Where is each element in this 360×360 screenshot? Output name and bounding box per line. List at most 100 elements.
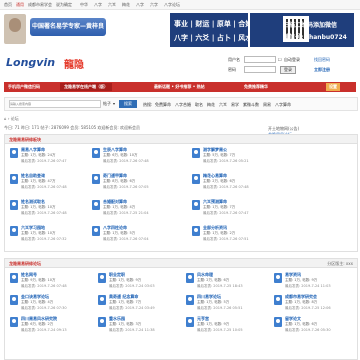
forum-item[interactable]: 姓名自助查询 主题: 1万, 帖数: 47万 最后发表: 2019-7-26 07:… (8, 171, 88, 195)
topbar-link[interactable]: 六爻 (108, 2, 116, 8)
forum-item[interactable]: 四川周易风水研究院 主题: 6万, 帖数: 2万 最后发表: 2019-7-24 0… (8, 314, 88, 338)
search-type-select[interactable]: 帖子 (103, 101, 111, 107)
forum-last-post[interactable]: 最后发表: 2019-7-26 05:30 (285, 328, 331, 333)
forum-last-post[interactable]: 最后发表: 2019-7-24 09:13 (21, 328, 67, 333)
nav-item[interactable]: 手机用户微信扫码 (8, 84, 40, 90)
hot-word[interactable]: 周易 (263, 102, 271, 108)
forum-last-post[interactable]: 最后发表: 2019-7-25 21:04 (103, 211, 149, 216)
forum-last-post[interactable]: 最后发表: 2019-7-26 07:47 (203, 211, 249, 216)
forum-item[interactable]: 全部分析资讯 主题: 1万, 帖数: 2万 最后发表: 2019-7-26 07:5… (190, 223, 270, 247)
forum-icon[interactable] (186, 273, 194, 283)
forum-item[interactable]: 周易八字算命 主题: 1万, 帖数: 24万 最后发表: 2019-7-26 07:… (8, 145, 88, 169)
topbar-link[interactable]: 说为确定 (56, 2, 72, 8)
hot-word[interactable]: 八字合婚 (175, 102, 191, 108)
forum-last-post[interactable]: 最后发表: 2019-7-26 07:51 (203, 237, 249, 242)
hot-word[interactable]: 八字算命 (275, 102, 291, 108)
forum-last-post[interactable]: 最后发表: 2019-7-26 05:51 (197, 306, 243, 311)
topbar-link[interactable]: 成都市易学会 (28, 2, 52, 8)
forum-last-post[interactable]: 最后发表: 2019-7-24 03:49 (109, 306, 155, 311)
forum-icon[interactable] (10, 317, 18, 327)
forum-icon[interactable] (192, 200, 200, 210)
forum-icon[interactable] (192, 148, 200, 158)
forum-icon[interactable] (192, 174, 200, 184)
breadcrumb-item[interactable]: 论坛 (11, 116, 19, 121)
forum-icon[interactable] (186, 317, 194, 327)
forum-last-post[interactable]: 最后发表: 2019-7-26 07:04 (103, 237, 149, 242)
forum-icon[interactable] (274, 317, 282, 327)
forum-icon[interactable] (10, 148, 18, 158)
forum-icon[interactable] (10, 174, 18, 184)
topbar-link[interactable]: 八字论坛 (164, 2, 180, 8)
forum-last-post[interactable]: 最后发表: 2019-7-24 11:38 (109, 328, 155, 333)
topbar-link[interactable]: 八字 (94, 2, 102, 8)
nav-item[interactable]: 最新话题 • 好书推荐 • 热帖 (154, 84, 205, 90)
home-icon[interactable]: ⌂ (4, 116, 7, 121)
section-header[interactable]: 龙隐周易研修板块 (5, 135, 357, 144)
forum-icon[interactable] (92, 226, 100, 236)
forum-last-post[interactable]: 最后发表: 2019-7-26 07:30 (21, 306, 67, 311)
ad-wechat[interactable]: 扫描二维码添加微信 微信号: zhanbu0724 (250, 13, 354, 47)
forum-last-post[interactable]: 最后发表: 2019-7-26 07:48 (203, 185, 249, 190)
section-title[interactable]: 龙隐周易研修板块 (9, 137, 41, 143)
nav-item-settings[interactable]: 设置 (326, 83, 340, 91)
password-input[interactable] (244, 66, 276, 73)
nav-item[interactable]: 免费推荐精华 (244, 84, 268, 90)
forum-icon[interactable] (274, 295, 282, 305)
topbar-link[interactable]: 中华 (80, 2, 88, 8)
forum-last-post[interactable]: 最后发表: 2019-7-24 11:03 (285, 284, 331, 289)
forgot-password-link[interactable]: 找回密码 (314, 57, 330, 63)
hot-word[interactable]: 紫微斗数 (243, 102, 259, 108)
ad-expert-title[interactable]: 中国著名易学专家—黄梓良 (30, 18, 106, 36)
forum-icon[interactable] (98, 295, 106, 305)
expert-photo[interactable] (4, 14, 26, 44)
nav-item-active[interactable]: 龙隐易学在线户端（版） (60, 83, 112, 91)
topbar-link[interactable]: 首页 (4, 2, 12, 8)
section-title[interactable]: 龙隐周易研修论坛 (9, 261, 41, 267)
forum-last-post[interactable]: 最后发表: 2019-7-25 18:43 (197, 284, 243, 289)
forum-last-post[interactable]: 最后发表: 2019-7-26 07:48 (103, 159, 149, 164)
forum-item[interactable]: 姓名网号 主题: 9万, 帖数: 10万 最后发表: 2019-7-26 07:48 (8, 270, 88, 294)
topbar-link[interactable]: 梅花 (122, 2, 130, 8)
forum-item[interactable]: 风水命理 主题: 2万, 帖数: 6万 最后发表: 2019-7-25 18:43 (184, 270, 264, 294)
chevron-down-icon[interactable]: ▾ (113, 101, 115, 106)
forum-last-post[interactable]: 最后发表: 2019-7-26 07:48 (21, 185, 67, 190)
forum-icon[interactable] (92, 174, 100, 184)
forum-icon[interactable] (10, 200, 18, 210)
section-header[interactable]: 龙隐周易研修论坛 分区版主: xxx (5, 259, 357, 268)
username-input[interactable] (244, 56, 276, 63)
forum-item[interactable]: 六爻学习园地 主题: 1万, 帖数: 10万 最后发表: 2019-7-26 07:… (8, 223, 88, 247)
forum-last-post[interactable]: 最后发表: 2019-7-26 05:21 (203, 159, 249, 164)
forum-item[interactable]: 重水乐园 主题: 1万, 帖数: 3万 最后发表: 2019-7-24 11:38 (96, 314, 176, 338)
forum-item[interactable]: 金口诀易学论坛 主题: 1万, 帖数: 4万 最后发表: 2019-7-26 07:… (8, 292, 88, 316)
forum-item[interactable]: 八字四柱论命 主题: 1万, 帖数: 5万 最后发表: 2019-7-26 07:0… (90, 223, 170, 247)
forum-item[interactable]: 测字解梦周公 主题: 5万, 帖数: 7万 最后发表: 2019-7-26 05:2… (190, 145, 270, 169)
hot-word[interactable]: 六爻 (219, 102, 227, 108)
search-input[interactable] (9, 100, 101, 108)
forum-last-post[interactable]: 最后发表: 2019-7-25 12:06 (285, 306, 331, 311)
hot-word[interactable]: 梅花 (207, 102, 215, 108)
forum-item[interactable]: 六爻预测算命 主题: 1万, 帖数: 7万 最后发表: 2019-7-26 07:4… (190, 197, 270, 221)
register-link[interactable]: 立即注册 (314, 67, 330, 73)
auto-login-checkbox[interactable]: ☐ (278, 57, 282, 62)
ad-services[interactable]: 事业 | 财运 | 原单 | 合婚 八字 | 六爻 | 占卜 | 风水 (170, 13, 252, 47)
site-logo[interactable]: Longvin (6, 56, 55, 69)
topbar-link[interactable]: 通用 (16, 2, 24, 8)
forum-item[interactable]: 职业定职 主题: 1万, 帖数: 9万 最后发表: 2019-7-24 03:03 (96, 270, 176, 294)
site-logo-cn[interactable]: 龍隐 (64, 56, 84, 71)
forum-item[interactable]: 易学资讯 主题: 1万, 帖数: 9万 最后发表: 2019-7-24 11:03 (272, 270, 352, 294)
forum-item[interactable]: 奥奇遁 纪念算命 主题: 1万, 帖数: 7万 最后发表: 2019-7-24 03… (96, 292, 176, 316)
forum-item[interactable]: 生辰八字算命 主题: 6万, 帖数: 10万 最后发表: 2019-7-26 07:… (90, 145, 170, 169)
hot-word[interactable]: 取名 (195, 102, 203, 108)
forum-last-post[interactable]: 最后发表: 2019-7-26 07:48 (21, 211, 67, 216)
forum-last-post[interactable]: 最后发表: 2019-7-26 07:05 (103, 185, 149, 190)
forum-last-post[interactable]: 最后发表: 2019-7-25 10:05 (197, 328, 243, 333)
forum-icon[interactable] (10, 226, 18, 236)
forum-item[interactable]: 梅花心易算命 主题: 2万, 帖数: 6万 最后发表: 2019-7-26 07:4… (190, 171, 270, 195)
forum-item[interactable]: 留学论文 主题: 1万, 帖数: 6万 最后发表: 2019-7-26 05:30 (272, 314, 352, 338)
forum-item[interactable]: 四川易学论坛 主题: 1万, 帖数: 5万 最后发表: 2019-7-26 05:5… (184, 292, 264, 316)
forum-last-post[interactable]: 最后发表: 2019-7-24 03:03 (109, 284, 155, 289)
forum-item[interactable]: 合婚配对算命 主题: 1万, 帖数: 4万 最后发表: 2019-7-25 21:0… (90, 197, 170, 221)
forum-item[interactable]: 姓名测试取名 主题: 1万, 帖数: 10万 最后发表: 2019-7-26 07:… (8, 197, 88, 221)
hot-word[interactable]: 易学 (231, 102, 239, 108)
forum-icon[interactable] (10, 273, 18, 283)
